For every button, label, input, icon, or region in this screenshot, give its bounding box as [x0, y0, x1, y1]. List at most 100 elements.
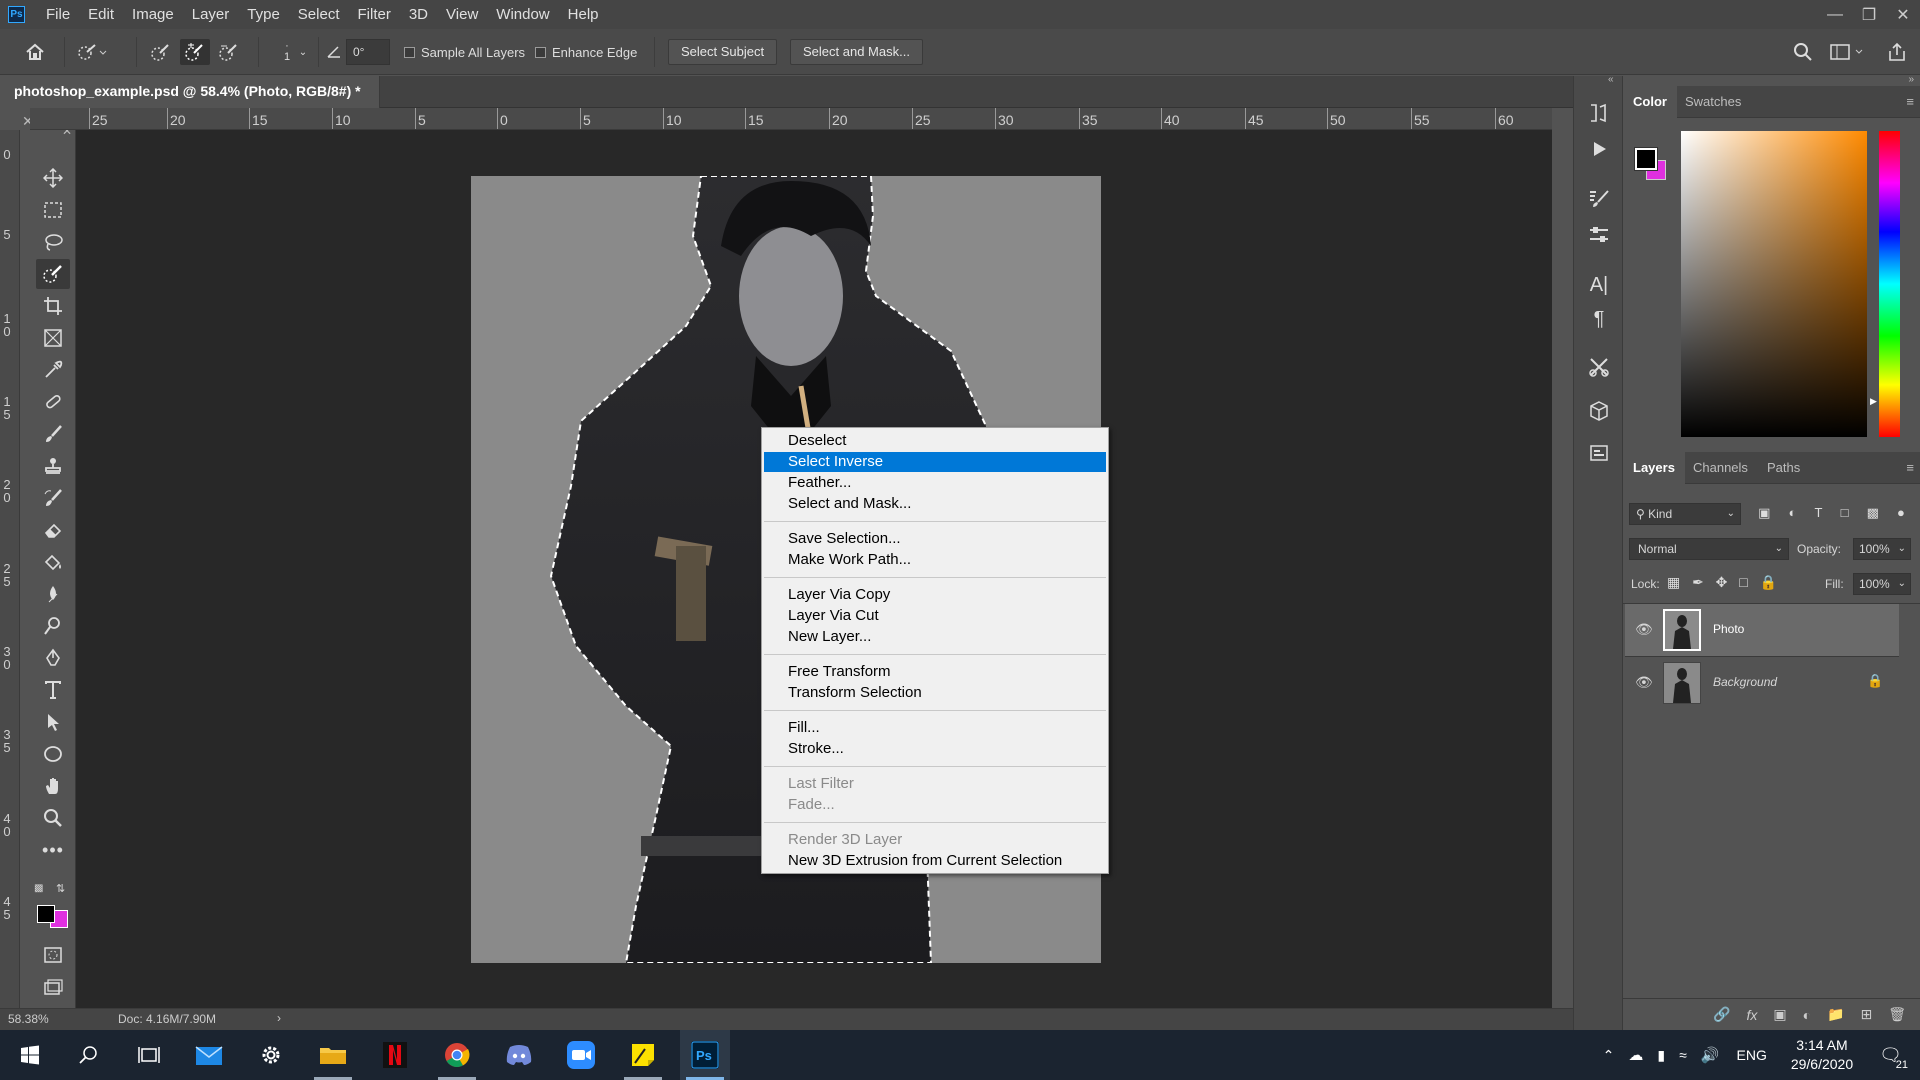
wifi-icon[interactable]: ≈ — [1672, 1047, 1694, 1063]
menu-edit[interactable]: Edit — [79, 0, 123, 29]
minimize-icon[interactable]: — — [1818, 0, 1852, 29]
context-menu-item-make-work-path[interactable]: Make Work Path... — [764, 550, 1106, 570]
language-indicator[interactable]: ENG — [1727, 1047, 1777, 1063]
history-brush-tool-icon[interactable] — [36, 483, 70, 513]
pen-tool-icon[interactable] — [36, 643, 70, 673]
workspace-switcher-icon[interactable] — [1828, 39, 1868, 65]
document-size[interactable]: Doc: 4.16M/7.90M — [118, 1012, 216, 1026]
adjustment-filter-icon[interactable]: ◐ — [1789, 505, 1797, 523]
enhance-edge-checkbox[interactable]: Enhance Edge — [535, 39, 637, 65]
filter-toggle-icon[interactable]: ● — [1897, 505, 1905, 523]
menu-file[interactable]: File — [37, 0, 79, 29]
visibility-eye-icon[interactable]: 👁 — [1635, 674, 1653, 691]
smart-object-filter-icon[interactable]: ▩ — [1867, 505, 1879, 523]
volume-icon[interactable]: 🔊 — [1694, 1046, 1727, 1064]
lasso-tool-icon[interactable] — [36, 227, 70, 257]
sample-all-layers-checkbox[interactable]: Sample All Layers — [404, 39, 525, 65]
context-menu-item-free-transform[interactable]: Free Transform — [764, 662, 1106, 682]
paint-bucket-tool-icon[interactable] — [36, 547, 70, 577]
blur-tool-icon[interactable] — [36, 579, 70, 609]
quick-mask-icon[interactable] — [36, 940, 70, 970]
context-menu-item-deselect[interactable]: Deselect — [764, 431, 1106, 451]
hue-slider[interactable] — [1879, 131, 1900, 437]
collapse-dock-icon[interactable]: « — [1608, 74, 1614, 85]
settings-app-icon[interactable] — [246, 1030, 296, 1080]
context-menu-item-new-layer[interactable]: New Layer... — [764, 627, 1106, 647]
context-menu-item-new-3d-extrusion-from-current-selection[interactable]: New 3D Extrusion from Current Selection — [764, 851, 1106, 871]
context-menu-item-layer-via-copy[interactable]: Layer Via Copy — [764, 585, 1106, 605]
paragraph-panel-icon[interactable]: ¶ — [1584, 304, 1614, 334]
eyedropper-tool-icon[interactable] — [36, 355, 70, 385]
eraser-tool-icon[interactable] — [36, 515, 70, 545]
quick-selection-tool-icon[interactable] — [36, 259, 70, 289]
tab-channels[interactable]: Channels — [1683, 452, 1758, 484]
brush-tool-icon[interactable] — [36, 419, 70, 449]
menu-view[interactable]: View — [437, 0, 487, 29]
menu-3d[interactable]: 3D — [400, 0, 437, 29]
lock-all-icon[interactable]: 🔒 — [1760, 574, 1777, 592]
clone-stamp-tool-icon[interactable] — [36, 451, 70, 481]
home-icon[interactable] — [20, 39, 50, 65]
document-tab[interactable]: photoshop_example.psd @ 58.4% (Photo, RG… — [0, 76, 380, 129]
swap-colors-icon[interactable]: ⇅ — [56, 882, 65, 895]
move-tool-icon[interactable] — [36, 163, 70, 193]
frame-tool-icon[interactable] — [36, 323, 70, 353]
close-icon[interactable]: ✕ — [1886, 0, 1920, 29]
context-menu-item-transform-selection[interactable]: Transform Selection — [764, 683, 1106, 703]
character-panel-icon[interactable]: A| — [1584, 270, 1614, 300]
chevron-right-icon[interactable]: › — [277, 1011, 281, 1025]
tab-layers[interactable]: Layers — [1623, 452, 1685, 484]
menu-image[interactable]: Image — [123, 0, 183, 29]
context-menu-item-layer-via-cut[interactable]: Layer Via Cut — [764, 606, 1106, 626]
file-explorer-app-icon[interactable] — [308, 1030, 358, 1080]
layer-filter-kind[interactable]: ⚲ Kind ⌄ — [1629, 503, 1741, 525]
onedrive-error-icon[interactable]: ☁ — [1621, 1046, 1650, 1064]
new-selection-icon[interactable] — [146, 39, 176, 65]
fill-field[interactable]: 100% ⌄ — [1853, 573, 1911, 595]
start-button[interactable] — [5, 1030, 55, 1080]
zoom-app-icon[interactable] — [556, 1030, 606, 1080]
screen-mode-icon[interactable] — [36, 972, 70, 1002]
context-menu-item-fill[interactable]: Fill... — [764, 718, 1106, 738]
type-tool-icon[interactable] — [36, 675, 70, 705]
restore-icon[interactable]: ❐ — [1852, 0, 1886, 29]
pixel-filter-icon[interactable]: ▣ — [1758, 505, 1770, 523]
netflix-app-icon[interactable] — [370, 1030, 420, 1080]
path-selection-tool-icon[interactable] — [36, 707, 70, 737]
search-button[interactable] — [64, 1030, 114, 1080]
task-view-button[interactable] — [124, 1030, 174, 1080]
default-colors-icon[interactable]: ▩ — [34, 883, 43, 894]
battery-icon[interactable]: ▮ — [1650, 1047, 1672, 1064]
menu-layer[interactable]: Layer — [183, 0, 239, 29]
crop-tool-icon[interactable] — [36, 291, 70, 321]
menu-help[interactable]: Help — [559, 0, 608, 29]
photoshop-app-icon[interactable]: Ps — [680, 1030, 730, 1080]
select-and-mask-button[interactable]: Select and Mask... — [790, 39, 923, 65]
add-to-selection-icon[interactable] — [180, 39, 210, 65]
panel-menu-icon[interactable]: ≡ — [1906, 460, 1914, 475]
healing-brush-tool-icon[interactable] — [36, 387, 70, 417]
new-layer-icon[interactable]: ⊞ — [1860, 1006, 1872, 1023]
menu-select[interactable]: Select — [289, 0, 349, 29]
layer-row-photo[interactable]: 👁 Photo — [1625, 604, 1899, 656]
type-filter-icon[interactable]: T — [1815, 505, 1823, 523]
layer-row-background[interactable]: 👁 Background 🔒 — [1625, 656, 1899, 708]
more-tools-icon[interactable]: ••• — [36, 835, 70, 865]
menu-window[interactable]: Window — [487, 0, 558, 29]
clock[interactable]: 3:14 AM 29/6/2020 — [1777, 1036, 1867, 1074]
menu-type[interactable]: Type — [238, 0, 289, 29]
menu-filter[interactable]: Filter — [349, 0, 400, 29]
lock-artboard-icon[interactable]: □ — [1739, 574, 1747, 592]
mail-app-icon[interactable] — [184, 1030, 234, 1080]
foreground-color-swatch[interactable] — [37, 905, 55, 923]
angle-field[interactable]: 0° — [346, 39, 390, 65]
3d-panel-icon[interactable] — [1584, 396, 1614, 426]
new-group-icon[interactable]: 📁 — [1827, 1006, 1844, 1023]
visibility-eye-icon[interactable]: 👁 — [1635, 621, 1653, 638]
chrome-app-icon[interactable] — [432, 1030, 482, 1080]
context-menu-item-save-selection[interactable]: Save Selection... — [764, 529, 1106, 549]
opacity-field[interactable]: 100% ⌄ — [1853, 538, 1911, 560]
layer-style-icon[interactable]: fx — [1746, 1007, 1757, 1023]
ellipse-tool-icon[interactable] — [36, 739, 70, 769]
search-icon[interactable] — [1790, 39, 1816, 65]
